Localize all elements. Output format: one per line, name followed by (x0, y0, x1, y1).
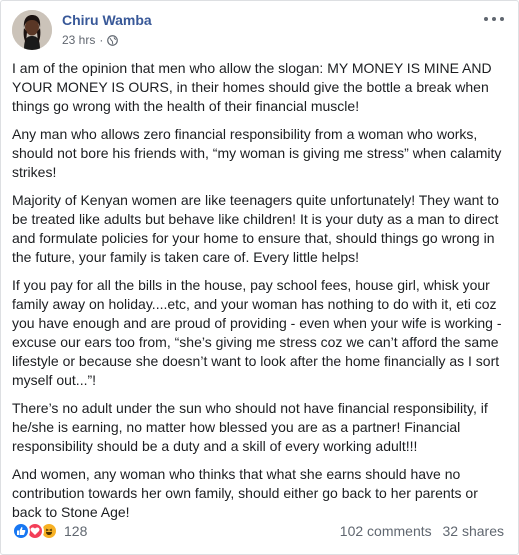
post-body: I am of the opinion that men who allow t… (12, 59, 508, 531)
shares-count-link[interactable]: 32 shares (443, 523, 504, 539)
meta-separator: · (99, 33, 104, 47)
avatar[interactable] (12, 10, 52, 50)
post-paragraph: I am of the opinion that men who allow t… (12, 60, 492, 114)
author-name[interactable]: Chiru Wamba (62, 12, 152, 28)
post-stats: 102 comments 32 shares (333, 523, 504, 539)
avatar-photo (12, 10, 52, 50)
post-paragraph: If you pay for all the bills in the hous… (12, 277, 502, 388)
post-card: Chiru Wamba 23 hrs · I am of the opinion… (0, 0, 519, 555)
post-paragraph: And women, any woman who thinks that wha… (12, 466, 478, 520)
reaction-count[interactable]: 128 (64, 523, 87, 539)
post-header: Chiru Wamba 23 hrs · (12, 10, 508, 52)
reactions-summary[interactable]: 128 (12, 522, 87, 540)
post-footer: 128 102 comments 32 shares (12, 519, 504, 543)
more-options-icon[interactable] (484, 13, 504, 25)
post-paragraph: Any man who allows zero financial respon… (12, 126, 502, 180)
comments-count-link[interactable]: 102 comments (340, 523, 432, 539)
post-meta: 23 hrs · (62, 33, 119, 47)
post-timestamp[interactable]: 23 hrs (62, 33, 95, 47)
post-paragraph: Majority of Kenyan women are like teenag… (12, 192, 499, 265)
like-icon (12, 522, 30, 540)
globe-icon[interactable] (107, 34, 119, 46)
post-paragraph: There’s no adult under the sun who shoul… (12, 400, 488, 454)
